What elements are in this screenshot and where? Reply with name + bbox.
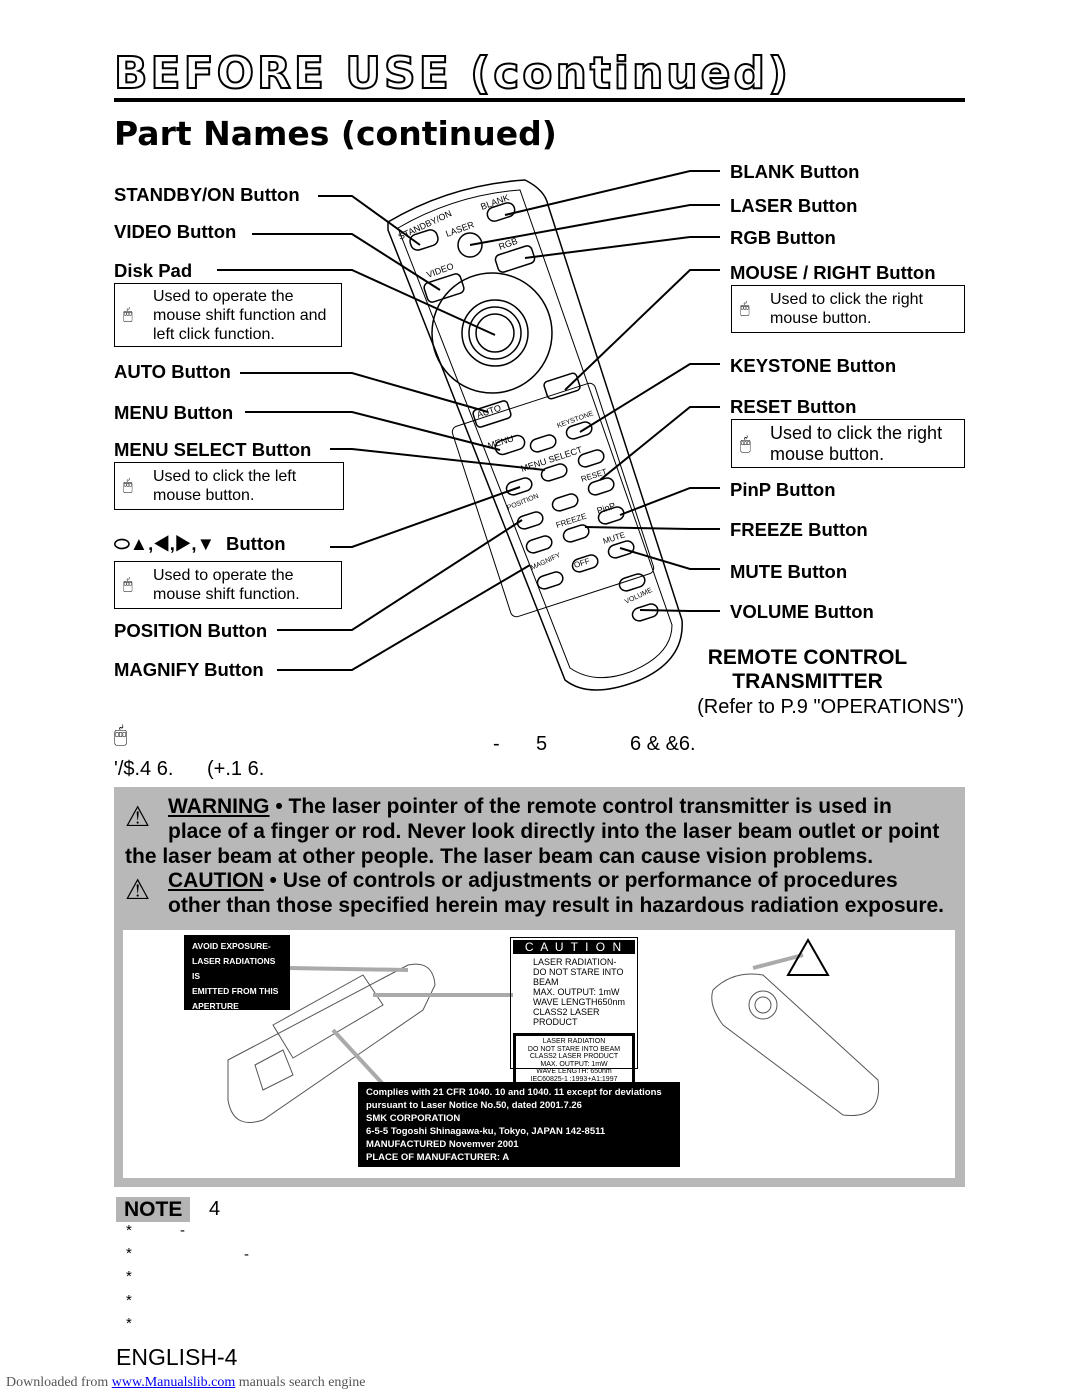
avoid-exposure-label: AVOID EXPOSURE- LASER RADIATIONS IS EMITTE…	[184, 935, 290, 1011]
manualslib-link[interactable]: www.Manualslib.com	[112, 1375, 236, 1390]
remote-text-pinp: PinP	[596, 501, 617, 516]
right-arrow-icon: ▶	[174, 533, 192, 554]
remote-text-freeze: FREEZE	[555, 512, 588, 530]
download-credit: Downloaded from www.Manualslib.com manua…	[6, 1375, 366, 1390]
mouse-right-note: 🖱 Used to click the right mouse button.	[731, 285, 965, 333]
label-reset: RESET Button	[730, 396, 857, 417]
remote-text-position: POSITION	[506, 493, 540, 512]
mouse-icon: 🖱	[740, 433, 751, 453]
left-arrow-icon: ◀	[153, 533, 170, 554]
label-standby: STANDBY/ON Button	[114, 184, 300, 205]
up-arrow-icon: ⬭▲	[114, 533, 149, 554]
remote-title: REMOTE CONTROL TRANSMITTER	[707, 646, 908, 693]
page-number: ENGLISH-4	[116, 1344, 238, 1370]
label-pinp: PinP Button	[730, 479, 836, 500]
remote-text-off: OFF	[573, 556, 591, 570]
mouse-icon: 🖱	[740, 300, 750, 318]
warning-text: WARNING • The laser pointer of the remot…	[168, 795, 892, 818]
remote-text-mute: MUTE	[602, 530, 626, 546]
label-rgb: RGB Button	[730, 227, 836, 248]
label-auto: AUTO Button	[114, 361, 231, 382]
label-menu-select: MENU SELECT Button	[114, 439, 312, 460]
label-position: POSITION Button	[114, 620, 268, 641]
label-disk-pad: Disk Pad	[114, 260, 193, 281]
remote-text-auto: AUTO	[476, 403, 503, 420]
compliance-label: Complies with 21 CFR 1040. 10 and 1040. …	[358, 1082, 680, 1167]
menu-select-note: 🖱 Used to click the left mouse button.	[114, 462, 344, 510]
remote-reference: (Refer to P.9 "OPERATIONS")	[697, 696, 964, 718]
caution-label: C A U T I O N LASER RADIATION- DO NOT STA…	[510, 937, 638, 1088]
mouse-icon: 🖱	[123, 477, 133, 495]
label-menu: MENU Button	[114, 402, 234, 423]
remote-text-menu-select: MENU SELECT	[520, 444, 584, 473]
disk-pad-note: 🖱 Used to operate the mouse shift functio…	[114, 283, 342, 347]
label-mute: MUTE Button	[730, 561, 848, 582]
label-mouse-right: MOUSE / RIGHT Button	[730, 262, 936, 283]
mouse-icon: 🖱	[123, 576, 133, 594]
label-laser: LASER Button	[730, 195, 858, 216]
warning-icon: ⚠	[125, 801, 151, 832]
label-blank: BLANK Button	[730, 161, 860, 182]
remote-text-magnify: MAGNIFY	[530, 552, 562, 572]
label-magnify: MAGNIFY Button	[114, 659, 264, 680]
label-volume: VOLUME Button	[730, 601, 874, 622]
mouse-icon: 🖱	[123, 306, 133, 324]
label-freeze: FREEZE Button	[730, 519, 868, 540]
label-video: VIDEO Button	[114, 221, 237, 242]
note-badge: NOTE	[116, 1197, 191, 1222]
label-keystone: KEYSTONE Button	[730, 355, 897, 376]
caution-text: CAUTION • Use of controls or adjustments…	[168, 869, 898, 892]
down-arrow-icon: ▼	[196, 533, 215, 554]
remote-text-video: VIDEO	[425, 261, 455, 280]
remote-text-laser: LASER	[444, 219, 476, 239]
label-arrows: ⬭▲,◀,▶,▼ Button	[114, 533, 286, 554]
reset-note: 🖱 Used to click the right mouse button.	[731, 419, 965, 468]
remote-text-volume: VOLUME	[624, 587, 654, 606]
arrows-note: 🖱 Used to operate the mouse shift functio…	[114, 561, 342, 609]
mouse-icon: 🖱	[114, 722, 128, 747]
caution-icon: ⚠	[125, 874, 151, 905]
remote-diagram: STANDBY/ON LASER BLANK RGB VIDEO AUTO KE…	[217, 170, 720, 691]
